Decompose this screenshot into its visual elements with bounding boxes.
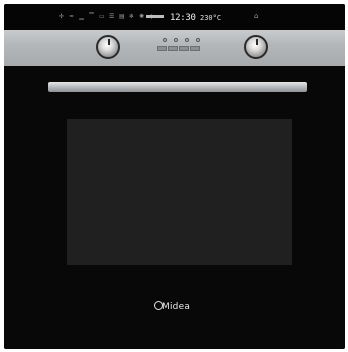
- clock-icon: [174, 38, 178, 42]
- knob-marker: [108, 39, 110, 45]
- function-knob[interactable]: [96, 35, 120, 59]
- light-icon[interactable]: ✺: [139, 14, 144, 20]
- minus-icon: [185, 38, 189, 42]
- display-strip: ✢ ≈ ▁ ▔ ▭ ☰ ▤ ❄ ✺ ◇ 12:30 230°C ⌂: [4, 4, 345, 30]
- oven-door: Midea: [4, 66, 345, 349]
- minus-button[interactable]: [179, 46, 189, 51]
- fan-icon[interactable]: ✢: [59, 14, 64, 20]
- temperature-knob[interactable]: [244, 35, 268, 59]
- fan-heat-icon[interactable]: ▤: [119, 14, 125, 20]
- grill-icon[interactable]: ≈: [69, 14, 74, 20]
- brand-name: Midea: [162, 302, 191, 312]
- clock-button[interactable]: [168, 46, 178, 51]
- fan-grill-icon[interactable]: ☰: [109, 14, 114, 20]
- oven: ✢ ≈ ▁ ▔ ▭ ☰ ▤ ❄ ✺ ◇ 12:30 230°C ⌂: [4, 4, 345, 349]
- top-bottom-heat-icon[interactable]: ▭: [99, 14, 105, 20]
- knob-marker: [256, 39, 258, 45]
- bottom-heat-icon[interactable]: ▁: [79, 14, 84, 20]
- door-window: [67, 119, 292, 265]
- control-panel: [4, 30, 345, 66]
- door-handle[interactable]: [48, 82, 307, 92]
- mode-icon-row: ✢ ≈ ▁ ▔ ▭ ☰ ▤ ❄ ✺ ◇: [59, 14, 154, 20]
- touch-key-symbols: [157, 38, 201, 42]
- plus-icon: [196, 38, 200, 42]
- timer-icon: [163, 38, 167, 42]
- temperature-display: 230°C: [200, 14, 222, 22]
- plus-button[interactable]: [190, 46, 200, 51]
- child-lock-icon[interactable]: ⌂: [254, 13, 261, 20]
- top-heat-icon[interactable]: ▔: [89, 14, 94, 20]
- brand-logo: Midea: [154, 301, 190, 312]
- clock-display: 12:30: [170, 13, 196, 23]
- defrost-icon[interactable]: ❄: [129, 14, 134, 20]
- timer-button[interactable]: [157, 46, 167, 51]
- touch-keys: [157, 38, 201, 58]
- program-indicator: [146, 15, 164, 18]
- touch-button-row: [157, 46, 201, 51]
